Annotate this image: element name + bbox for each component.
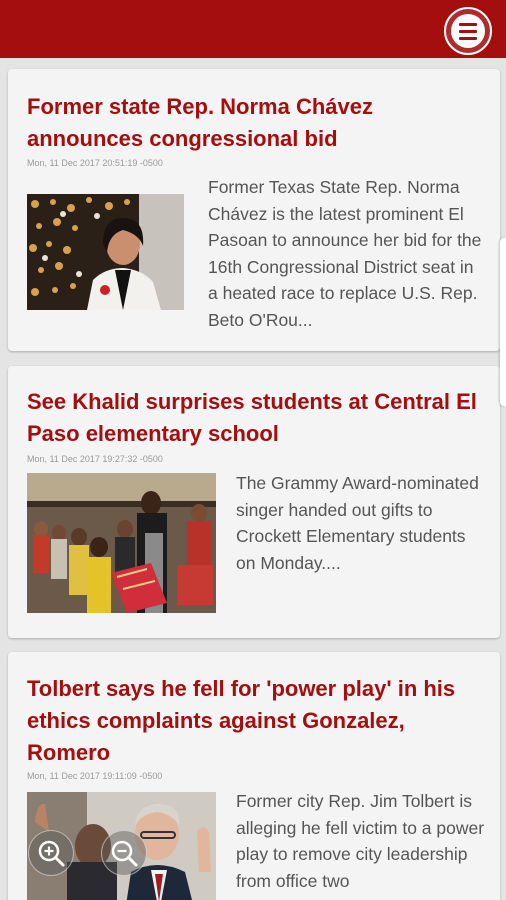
zoom-out-button[interactable] [101,830,147,876]
article-title[interactable]: Former state Rep. Norma Chávez announces… [27,91,484,155]
zoom-in-icon [38,840,65,867]
article-excerpt: Former Texas State Rep. Norma Chávez is … [208,177,482,330]
article-title[interactable]: See Khalid surprises students at Central… [27,386,484,450]
app-header [0,0,506,58]
article-card[interactable]: Former state Rep. Norma Chávez announces… [8,69,500,351]
menu-button[interactable] [444,7,492,55]
article-thumbnail[interactable] [27,473,216,613]
article-card[interactable]: See Khalid surprises students at Central… [8,366,500,638]
zoom-in-button[interactable] [28,830,74,876]
hamburger-menu-icon [451,14,485,48]
article-timestamp: Mon, 11 Dec 2017 19:11:09 -0500 [27,771,163,781]
article-timestamp: Mon, 11 Dec 2017 19:27:32 -0500 [27,454,163,464]
side-drawer-handle[interactable] [500,238,506,406]
article-card[interactable]: Tolbert says he fell for 'power play' in… [8,652,500,900]
zoom-out-icon [111,840,138,867]
article-excerpt: The Grammy Award-nominated singer handed… [236,473,479,573]
article-title[interactable]: Tolbert says he fell for 'power play' in… [27,673,484,769]
article-excerpt: Former city Rep. Jim Tolbert is alleging… [236,791,485,891]
article-timestamp: Mon, 11 Dec 2017 20:51:19 -0500 [27,158,163,168]
article-thumbnail[interactable] [27,194,184,310]
